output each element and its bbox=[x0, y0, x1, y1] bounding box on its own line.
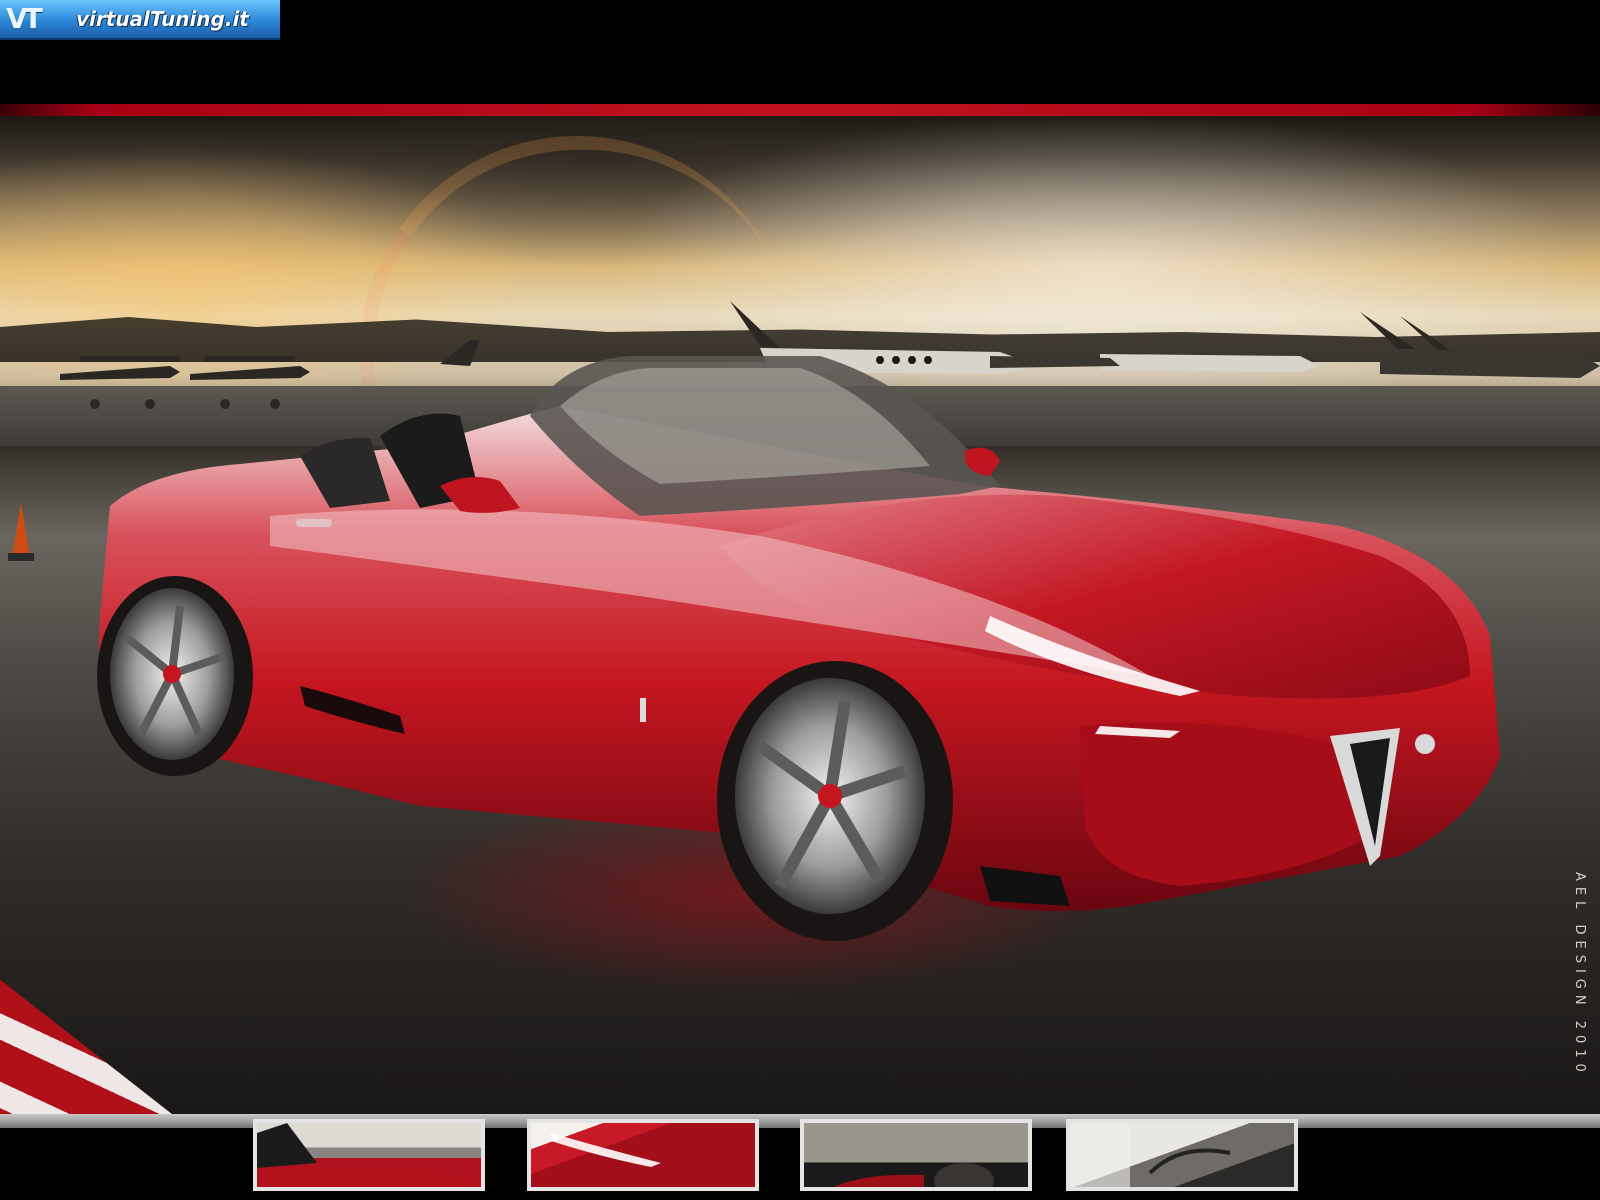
logo-text: virtualTuning.it bbox=[76, 7, 249, 31]
thumbnail-2[interactable] bbox=[527, 1119, 759, 1191]
thumbnail-3-image bbox=[834, 1163, 994, 1187]
thumbnail-4-image bbox=[1070, 1123, 1231, 1187]
thumbnail-4[interactable] bbox=[1066, 1119, 1298, 1191]
site-logo[interactable]: VT virtualTuning.it bbox=[0, 0, 280, 40]
main-photo: AEL DESIGN 2010 bbox=[0, 116, 1600, 1114]
thumbnail-2-image bbox=[551, 1133, 661, 1167]
logo-mark: VT bbox=[6, 2, 43, 35]
thumbnail-1-image bbox=[257, 1123, 481, 1187]
thumbnail-1[interactable] bbox=[253, 1119, 485, 1191]
watermark: AEL DESIGN 2010 bbox=[1572, 872, 1587, 1078]
header-accent-strip bbox=[0, 104, 1600, 116]
thumbnail-3[interactable] bbox=[800, 1119, 1032, 1191]
red-roadster-car bbox=[97, 356, 1501, 941]
